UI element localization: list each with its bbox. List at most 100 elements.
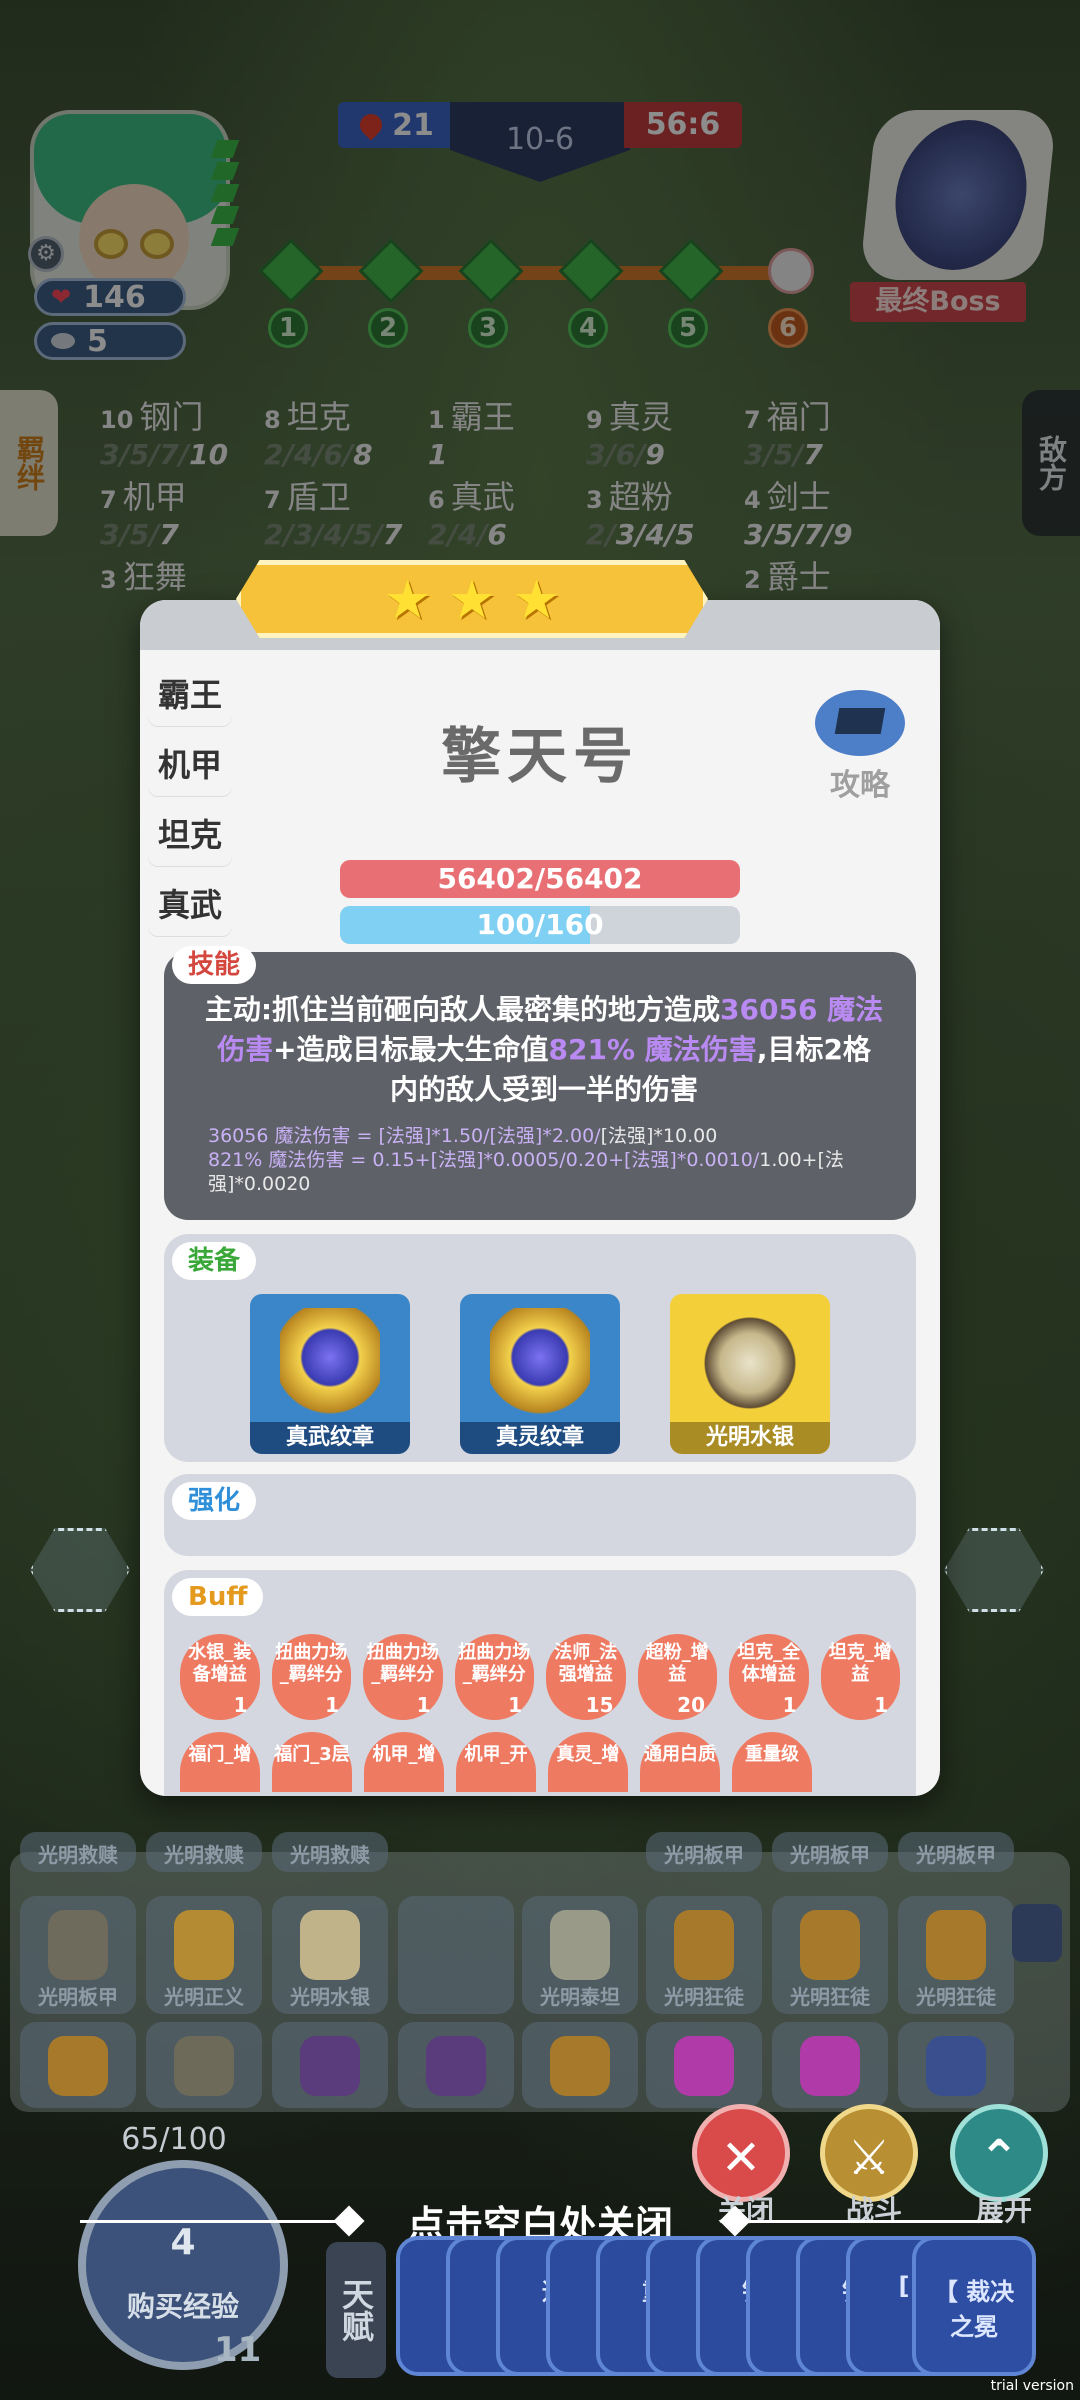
buff-chip[interactable]: 机甲_开 [456,1732,536,1792]
buff-chip[interactable]: 通用白质 [640,1732,720,1792]
bench-slot[interactable]: 光明板甲 [898,1832,1014,1872]
bench-slot[interactable] [522,2022,638,2108]
skill-formula: 36056 魔法伤害 = [法强]*1.50/[法强]*2.00/[法强]*10… [208,1125,844,1195]
buff-panel: Buff 水银_装备增益 1 扭曲力场_羁绊分 1 扭曲力场_羁绊分 1 扭曲力场_羁… [164,1570,916,1796]
equipment-item[interactable]: 真武纹章 [250,1294,410,1454]
star-icon: ★ [512,567,561,631]
buy-exp-label: 购买经验 [126,2290,239,2323]
titan-icon [550,1910,610,1980]
bench-slot[interactable]: 光明救赎 [20,1832,136,1872]
hint-line-right [746,2220,1002,2223]
berserker-icon [800,1910,860,1980]
bench-slot[interactable] [20,2022,136,2108]
close-button[interactable]: ✕ 关闭 [692,2104,790,2227]
buff-chip[interactable]: 法师_法强增益 15 [546,1634,626,1720]
armor-icon [550,2036,610,2096]
bench-slot[interactable]: 光明水银 [272,1896,388,2014]
modal-synergy-tabs: 霸王 机甲 坦克 真武 [148,664,234,944]
gauntlet-icon [174,1910,234,1980]
buff-chip[interactable]: 机甲_增 [364,1732,444,1792]
talent-cards: [ [ 适 [ 重 [ 钻 [ 钻 [ 【 裁决之冕 [396,2236,1044,2382]
buff-chip[interactable]: 福门_3层 [272,1732,352,1792]
berserker-icon [926,1910,986,1980]
scythe-icon [800,2036,860,2096]
bench-slot[interactable]: 光明救赎 [272,1832,388,1872]
bench-slot-empty[interactable] [398,1896,514,2014]
equipment-label: 真灵纹章 [460,1422,620,1454]
star-icon: ★ [383,567,432,631]
bench-slot[interactable]: 光明板甲 [20,1896,136,2014]
bench-slot[interactable] [646,2022,762,2108]
bench-slot[interactable]: 光明狂徒 [646,1896,762,2014]
modal-tab[interactable]: 坦克 [148,804,232,866]
bench-slot[interactable]: 光明正义 [146,1896,262,2014]
emblem-icon [490,1308,590,1418]
enhance-tag: 强化 [172,1482,257,1520]
equipment-item[interactable]: 光明水银 [670,1294,830,1454]
star-icon: ★ [447,567,497,631]
bench-scrollbar[interactable] [1012,1904,1062,1962]
watermark: trial version [990,2378,1074,2394]
armor-icon [48,2036,108,2096]
buff-tag: Buff [172,1578,264,1616]
guide-button[interactable]: 攻略 [810,690,910,803]
buff-list: 水银_装备增益 1 扭曲力场_羁绊分 1 扭曲力场_羁绊分 1 扭曲力场_羁绊分 1 法… [180,1634,900,1720]
player-level: 11 [214,2330,262,2370]
modal-tab[interactable]: 真武 [148,874,232,936]
skill-tag: 技能 [172,946,257,984]
sword-icon [174,2036,234,2096]
talent-tab[interactable]: 天赋 [326,2242,386,2378]
scythe-icon [674,2036,734,2096]
exp-progress-text: 65/100 [121,2122,227,2157]
mana-text: 100/160 [476,908,604,941]
guide-label: 攻略 [830,768,890,803]
bench-slot[interactable] [146,2022,262,2108]
bench-slot[interactable]: 光明泰坦 [522,1896,638,2014]
hp-bar: 56402/56402 [340,860,740,898]
bench-slot[interactable]: 光明狂徒 [772,1896,888,2014]
bench-slot[interactable] [772,2022,888,2108]
fight-button[interactable]: ⚔ 战斗 [820,2104,918,2227]
buff-chip[interactable]: 扭曲力场_羁绊分 1 [363,1634,443,1720]
buff-list-row2: 福门_增 福门_3层 机甲_增 机甲_开 真灵_增 通用白质 重量级 [180,1732,900,1792]
mana-bar: 100/160 [340,906,740,944]
equipment-label: 真武纹章 [250,1422,410,1454]
equipment-label: 光明水银 [670,1422,830,1454]
emblem-icon [280,1308,380,1418]
buff-chip[interactable]: 扭曲力场_羁绊分 1 [454,1634,534,1720]
equipment-item[interactable]: 真灵纹章 [460,1294,620,1454]
graduation-cap-icon [815,690,905,756]
hp-text: 56402/56402 [437,862,643,895]
bench-slot[interactable]: 光明救赎 [146,1832,262,1872]
star-rating: ★ ★ ★ [236,560,708,638]
expand-button[interactable]: ⌃ 展开 [950,2104,1048,2227]
bench-slot[interactable]: 光明板甲 [772,1832,888,1872]
berserker-icon [674,1910,734,1980]
buff-chip[interactable]: 坦克_增益 1 [820,1634,900,1720]
unit-detail-modal: 霸王 机甲 坦克 真武 擎天号 攻略 56402/56402 100/160 技… [140,600,940,1796]
buff-chip[interactable]: 坦克_全体增益 1 [729,1634,809,1720]
helmet-icon [700,1308,800,1418]
bench-slot[interactable] [398,2022,514,2108]
equipment-tag: 装备 [172,1242,257,1280]
helmet-icon [300,1910,360,1980]
buff-chip[interactable]: 超粉_增益 20 [637,1634,717,1720]
buff-chip[interactable]: 福门_增 [180,1732,260,1792]
enhance-panel: 强化 [164,1474,916,1556]
bench-slot[interactable]: 光明狂徒 [898,1896,1014,2014]
skill-description: 主动:抓住当前砸向敌人最密集的地方造成36056 魔法伤害+造成目标最大生命值8… [204,993,884,1106]
buff-chip[interactable]: 扭曲力场_羁绊分 1 [271,1634,351,1720]
armor-icon [48,1910,108,1980]
orb-icon [926,2036,986,2096]
bench-slot[interactable] [898,2022,1014,2108]
skill-panel: 技能 主动:抓住当前砸向敌人最密集的地方造成36056 魔法伤害+造成目标最大生… [164,946,916,1220]
buff-chip[interactable]: 水银_装备增益 1 [180,1634,260,1720]
bench-slot[interactable] [272,2022,388,2108]
bench-slot[interactable]: 光明板甲 [646,1832,762,1872]
blade-icon [300,2036,360,2096]
buff-chip[interactable]: 真灵_增 [548,1732,628,1792]
buff-chip[interactable]: 重量级 [732,1732,812,1792]
talent-card-verdict-crown[interactable]: 【 裁决之冕 [912,2236,1036,2376]
equipment-panel: 装备 真武纹章 真灵纹章 光明水银 [164,1234,916,1462]
blade-icon [426,2036,486,2096]
